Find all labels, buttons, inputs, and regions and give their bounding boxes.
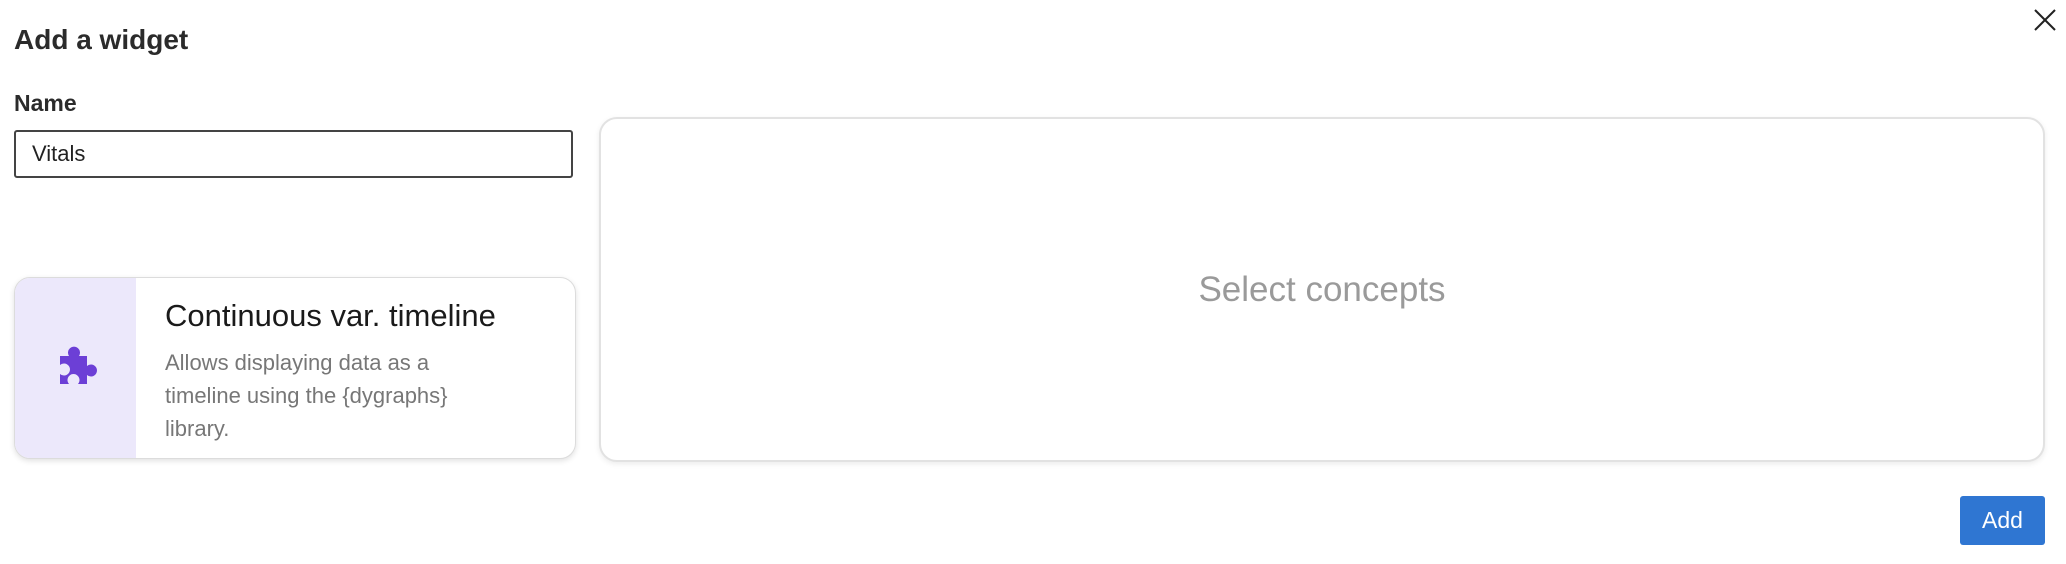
widget-description: Allows displaying data as a timeline usi… [165, 350, 448, 441]
widget-option-continuous-timeline[interactable]: Continuous var. timeline Allows displayi… [14, 277, 576, 459]
name-label: Name [14, 90, 77, 116]
concepts-placeholder: Select concepts [1198, 269, 1446, 309]
widget-icon-area [15, 278, 136, 458]
close-icon [2034, 9, 2056, 31]
close-button[interactable] [2025, 0, 2065, 40]
puzzle-piece-icon [59, 346, 97, 384]
name-input[interactable] [14, 130, 573, 178]
dialog-title: Add a widget [14, 24, 189, 55]
widget-title: Continuous var. timeline [165, 298, 496, 333]
concepts-panel[interactable]: Select concepts [599, 117, 2045, 462]
add-button[interactable]: Add [1960, 496, 2045, 545]
